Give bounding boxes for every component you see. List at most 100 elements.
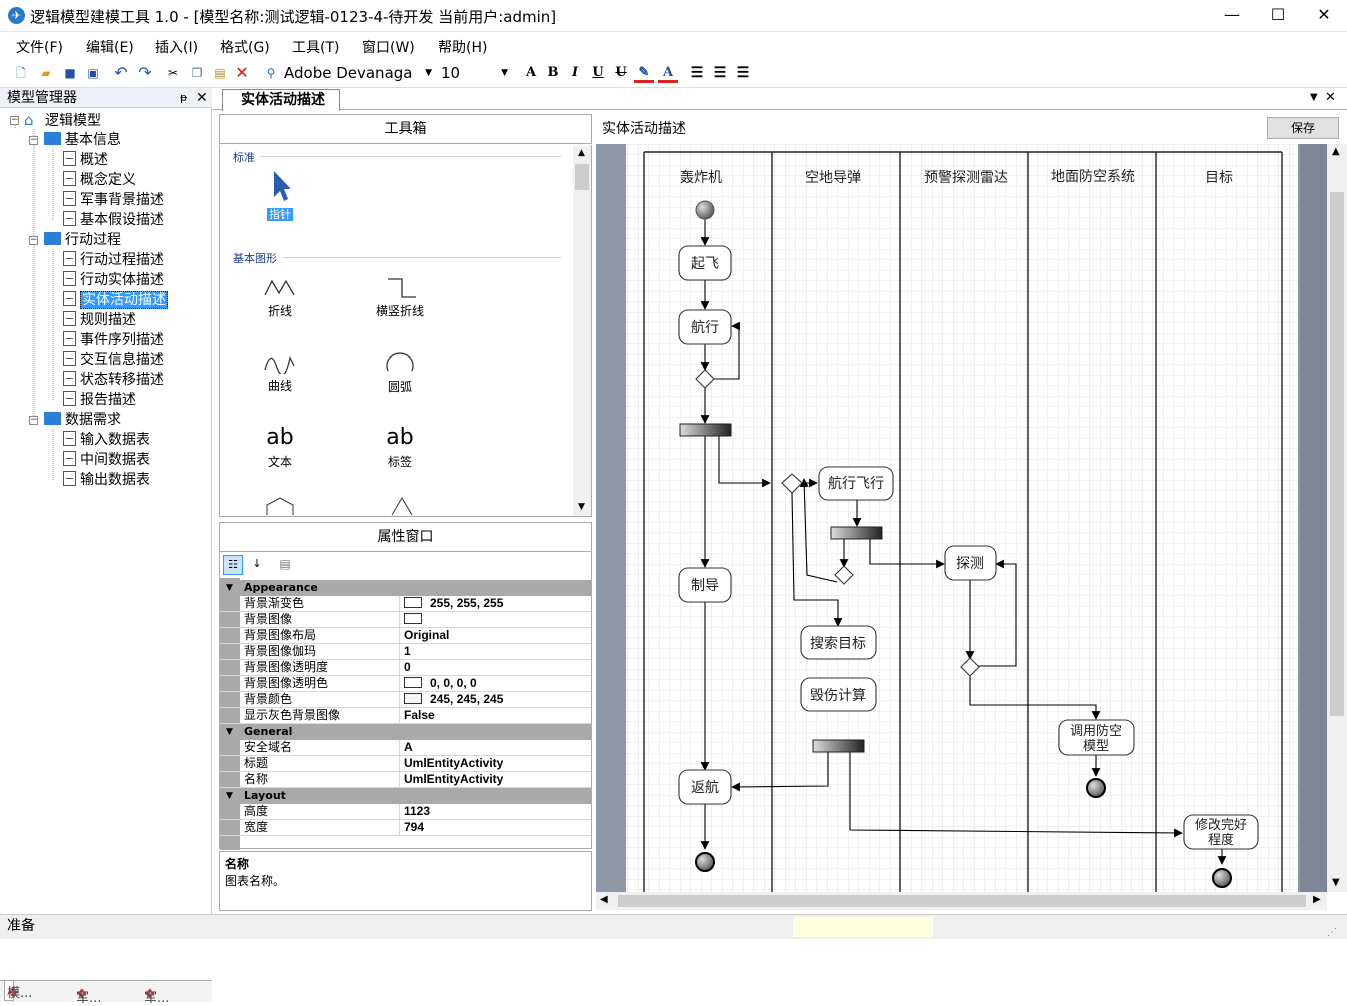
tool-ortho-line[interactable]: 横竖折线 [360, 275, 440, 319]
scroll-thumb[interactable] [618, 895, 1306, 907]
collapse-group-icon[interactable]: − [29, 236, 38, 245]
scroll-up-icon[interactable]: ▲ [1332, 146, 1340, 157]
tool-arc[interactable]: 圆弧 [360, 345, 440, 395]
join-bar[interactable] [812, 739, 865, 753]
activity-missile-flight[interactable]: 航行飞行 [828, 476, 884, 492]
lane-air-defense[interactable]: 地面防空系统 [1051, 169, 1135, 185]
lane-radar[interactable]: 预警探测雷达 [924, 170, 1008, 186]
property-row[interactable]: 宽度 794 [220, 820, 591, 836]
italic-icon[interactable]: I [565, 63, 585, 83]
tab-model[interactable]: ❖ 模... [4, 981, 32, 1001]
activity-diagram[interactable]: 轰炸机 空地导弹 预警探测雷达 地面防空系统 目标 起飞 航行 制导 返航 航行… [596, 144, 1327, 892]
close-button[interactable]: ✕ [1301, 0, 1347, 32]
close-icon[interactable]: ✕ [196, 88, 208, 108]
redo-icon[interactable]: ↷ [136, 64, 154, 82]
tree-item[interactable]: 行动实体描述 [63, 271, 164, 289]
tree-item[interactable]: 事件序列描述 [63, 331, 164, 349]
tree-item[interactable]: 概述 [63, 151, 108, 169]
fork-bar-2[interactable] [830, 526, 883, 540]
activity-takeoff[interactable]: 起飞 [691, 256, 719, 272]
collapse-group-icon[interactable]: − [29, 416, 38, 425]
scroll-left-icon[interactable]: ◀ [600, 894, 608, 905]
scroll-down-icon[interactable]: ▼ [578, 502, 585, 512]
tree-item[interactable]: 中间数据表 [63, 451, 150, 469]
tree-item[interactable]: 输入数据表 [63, 431, 150, 449]
new-icon[interactable]: 🗋 [12, 64, 30, 82]
menu-help[interactable]: 帮助(H) [438, 37, 487, 57]
property-value[interactable]: UmlEntityActivity [404, 756, 503, 771]
activity-cruise[interactable]: 航行 [691, 320, 719, 336]
triangle-icon[interactable] [390, 497, 414, 515]
maximize-button[interactable]: ☐ [1255, 0, 1301, 32]
fork-bar-1[interactable] [679, 423, 732, 437]
delete-icon[interactable]: ✕ [233, 64, 251, 82]
save-button[interactable]: 保存 [1267, 117, 1339, 139]
final-node-bomber[interactable] [695, 852, 715, 872]
canvas-vertical-scrollbar[interactable]: ▲ ▼ [1327, 144, 1347, 892]
property-row[interactable]: 标题 UmlEntityActivity [220, 756, 591, 772]
final-node-air-defense[interactable] [1086, 778, 1106, 798]
tree-group[interactable]: 数据需求 [44, 411, 121, 429]
final-node-target[interactable] [1212, 868, 1232, 888]
bold-icon[interactable]: B [543, 63, 563, 83]
copy-icon[interactable]: ❐ [188, 64, 206, 82]
cut-icon[interactable]: ✂ [164, 64, 182, 82]
property-row[interactable]: 背景图像透明度 0 [220, 660, 591, 676]
toolbox-scrollbar[interactable]: ▲ ▼ [573, 146, 591, 516]
property-row[interactable]: 背景渐变色 255, 255, 255 [220, 596, 591, 612]
paste-icon[interactable]: ▤ [211, 64, 229, 82]
property-value[interactable]: 255, 255, 255 [404, 596, 503, 611]
scroll-up-icon[interactable]: ▲ [578, 148, 585, 158]
menu-file[interactable]: 文件(F) [16, 37, 63, 57]
activity-damage-calc[interactable]: 毁伤计算 [810, 688, 866, 704]
property-value[interactable]: 0, 0, 0, 0 [404, 676, 477, 691]
tree-item[interactable]: 状态转移描述 [63, 371, 164, 389]
strike-icon[interactable]: U [611, 63, 631, 83]
tree-item[interactable]: 报告描述 [63, 391, 136, 409]
tool-label[interactable]: ab 标签 [360, 423, 440, 470]
lane-target[interactable]: 目标 [1205, 170, 1233, 186]
property-row[interactable]: 安全域名 A [220, 740, 591, 756]
tree-item[interactable]: 输出数据表 [63, 471, 150, 489]
property-row[interactable]: 背景图像 [220, 612, 591, 628]
tool-pointer[interactable]: 指针 [240, 169, 320, 222]
tree-item[interactable]: 交互信息描述 [63, 351, 164, 369]
property-row[interactable]: 背景颜色 245, 245, 245 [220, 692, 591, 708]
align-left-icon[interactable]: ☰ [687, 63, 707, 83]
pin-icon[interactable]: ᵽ [180, 88, 187, 108]
activity-return[interactable]: 返航 [691, 780, 719, 796]
minimize-button[interactable]: — [1209, 0, 1255, 32]
property-category[interactable]: ▼ Appearance [220, 580, 591, 596]
property-value[interactable]: A [404, 740, 413, 755]
property-value[interactable]: 1123 [404, 804, 430, 819]
scroll-right-icon[interactable]: ▶ [1313, 894, 1321, 905]
resize-grip-icon[interactable]: ⋰ [1327, 921, 1337, 944]
activity-detect[interactable]: 探测 [956, 556, 984, 572]
diagram-canvas[interactable]: 轰炸机 空地导弹 预警探测雷达 地面防空系统 目标 起飞 航行 制导 返航 航行… [596, 144, 1327, 892]
property-value[interactable]: 245, 245, 245 [404, 692, 503, 707]
tab-list-icon[interactable]: ▼ [1310, 92, 1318, 103]
tool-text[interactable]: ab 文本 [240, 423, 320, 470]
tree-item[interactable]: 军事背景描述 [63, 191, 164, 209]
collapse-root-icon[interactable]: − [10, 116, 19, 125]
property-row[interactable]: 高度 1123 [220, 804, 591, 820]
activity-guidance[interactable]: 制导 [691, 578, 719, 594]
initial-node[interactable] [695, 200, 715, 220]
property-category[interactable]: ▼ General [220, 724, 591, 740]
menu-insert[interactable]: 插入(I) [155, 37, 198, 57]
undo-icon[interactable]: ↶ [112, 64, 130, 82]
tree-group[interactable]: 行动过程 [44, 231, 121, 249]
tool-curve[interactable]: 曲线 [240, 350, 320, 394]
tree-item[interactable]: 实体活动描述 [63, 291, 168, 309]
lane-missile[interactable]: 空地导弹 [805, 170, 861, 186]
menu-format[interactable]: 格式(G) [220, 37, 270, 57]
find-icon[interactable]: ⚲ [262, 64, 280, 82]
activity-search-target[interactable]: 搜索目标 [810, 635, 866, 652]
tab-entity-activity[interactable]: 实体活动描述 [222, 89, 340, 111]
lane-bomber[interactable]: 轰炸机 [680, 169, 722, 186]
font-color-icon[interactable]: A [658, 63, 678, 83]
align-center-icon[interactable]: ☰ [710, 63, 730, 83]
property-value[interactable]: UmlEntityActivity [404, 772, 503, 787]
font-size-select[interactable]: 10 ▼ [438, 62, 514, 84]
property-value[interactable] [404, 612, 430, 627]
